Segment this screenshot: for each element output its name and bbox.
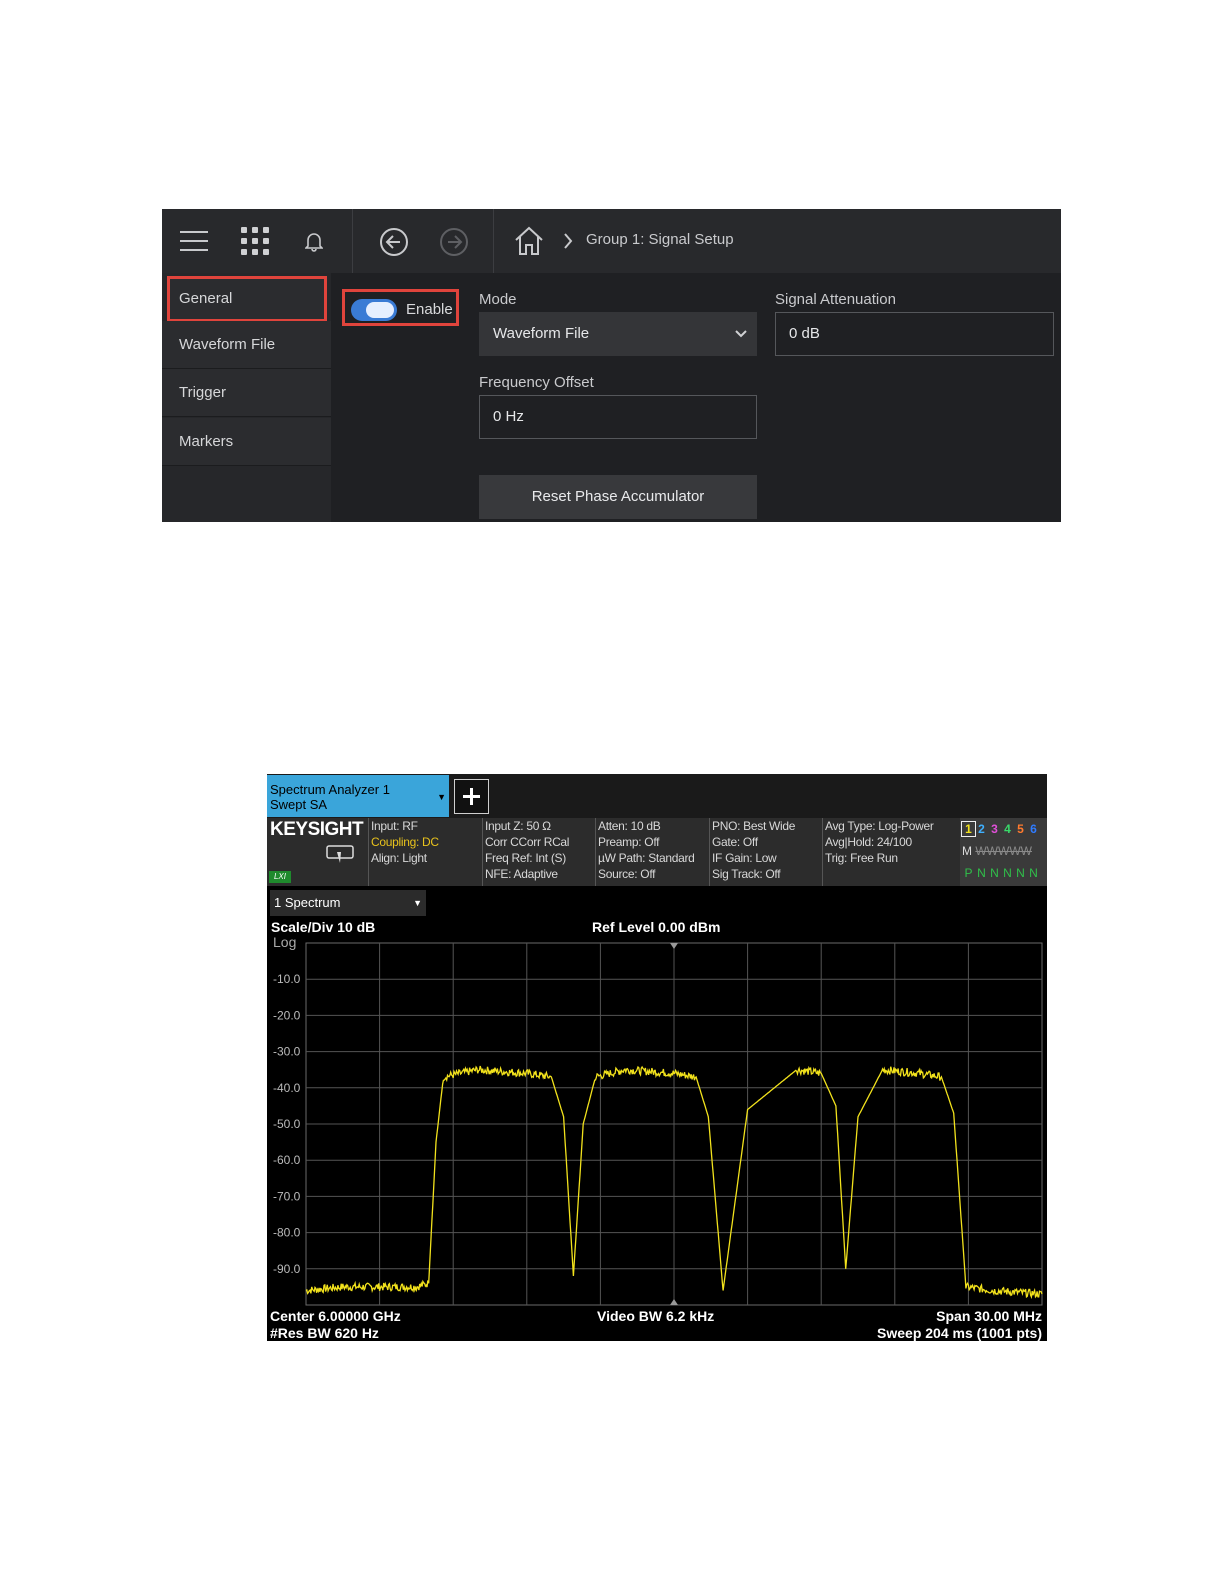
sweep-label: Sweep 204 ms (1001 pts) bbox=[877, 1325, 1042, 1341]
toolbar-divider bbox=[352, 209, 353, 273]
mode-label: Mode bbox=[479, 291, 517, 308]
back-icon[interactable] bbox=[379, 227, 409, 257]
y-tick-label: -40.0 bbox=[273, 1081, 301, 1095]
spectrum-plot[interactable]: -10.0 -20.0 -30.0 -40.0 -50.0 -60.0 -70.0 -80.0… bbox=[267, 774, 1047, 1341]
sidebar: General Waveform File Trigger Markers bbox=[162, 273, 331, 522]
toolbar-divider bbox=[493, 209, 494, 273]
top-toolbar: Group 1: Signal Setup bbox=[162, 209, 1061, 273]
span-label: Span 30.00 MHz bbox=[936, 1308, 1042, 1324]
enable-label: Enable bbox=[406, 301, 453, 318]
res-bw-label: #Res BW 620 Hz bbox=[270, 1325, 379, 1341]
enable-toggle[interactable] bbox=[351, 299, 397, 321]
bell-icon[interactable] bbox=[305, 232, 323, 252]
forward-icon[interactable] bbox=[439, 227, 469, 257]
y-tick-label: -60.0 bbox=[273, 1153, 301, 1167]
frequency-offset-label: Frequency Offset bbox=[479, 374, 594, 391]
y-tick-label: -50.0 bbox=[273, 1117, 301, 1131]
breadcrumb[interactable]: Group 1: Signal Setup bbox=[586, 231, 734, 248]
sidebar-item-trigger[interactable]: Trigger bbox=[162, 369, 331, 417]
y-tick-label: -10.0 bbox=[273, 972, 301, 986]
y-tick-label: -30.0 bbox=[273, 1045, 301, 1059]
chevron-right-icon bbox=[564, 233, 573, 249]
signal-attenuation-field[interactable]: 0 dB bbox=[775, 312, 1054, 356]
y-tick-label: -70.0 bbox=[273, 1189, 301, 1203]
y-tick-label: -20.0 bbox=[273, 1008, 301, 1022]
chevron-down-icon bbox=[735, 330, 747, 338]
menu-icon[interactable] bbox=[180, 229, 208, 253]
y-tick-label: -80.0 bbox=[273, 1226, 301, 1240]
home-icon[interactable] bbox=[513, 226, 545, 256]
sidebar-item-general[interactable]: General bbox=[167, 276, 327, 322]
signal-setup-panel: Group 1: Signal Setup General Waveform F… bbox=[162, 209, 1061, 522]
mode-select[interactable]: Waveform File bbox=[479, 312, 757, 356]
enable-toggle-group: Enable bbox=[342, 289, 459, 326]
spectrum-analyzer-screen: Spectrum Analyzer 1 Swept SA ▼ KEYSIGHT … bbox=[267, 774, 1047, 1341]
center-frequency-label: Center 6.00000 GHz bbox=[270, 1308, 401, 1324]
video-bw-label: Video BW 6.2 kHz bbox=[597, 1308, 715, 1324]
center-marker-bottom bbox=[670, 1299, 678, 1305]
sidebar-item-markers[interactable]: Markers bbox=[162, 418, 331, 466]
center-marker-top bbox=[670, 943, 678, 949]
y-tick-label: -90.0 bbox=[273, 1262, 301, 1276]
frequency-offset-field[interactable]: 0 Hz bbox=[479, 395, 757, 439]
toggle-knob bbox=[366, 302, 394, 318]
sidebar-item-waveform-file[interactable]: Waveform File bbox=[162, 321, 331, 369]
mode-value: Waveform File bbox=[493, 325, 590, 342]
signal-attenuation-label: Signal Attenuation bbox=[775, 291, 896, 308]
reset-phase-accumulator-button[interactable]: Reset Phase Accumulator bbox=[479, 475, 757, 519]
apps-grid-icon[interactable] bbox=[241, 227, 269, 255]
